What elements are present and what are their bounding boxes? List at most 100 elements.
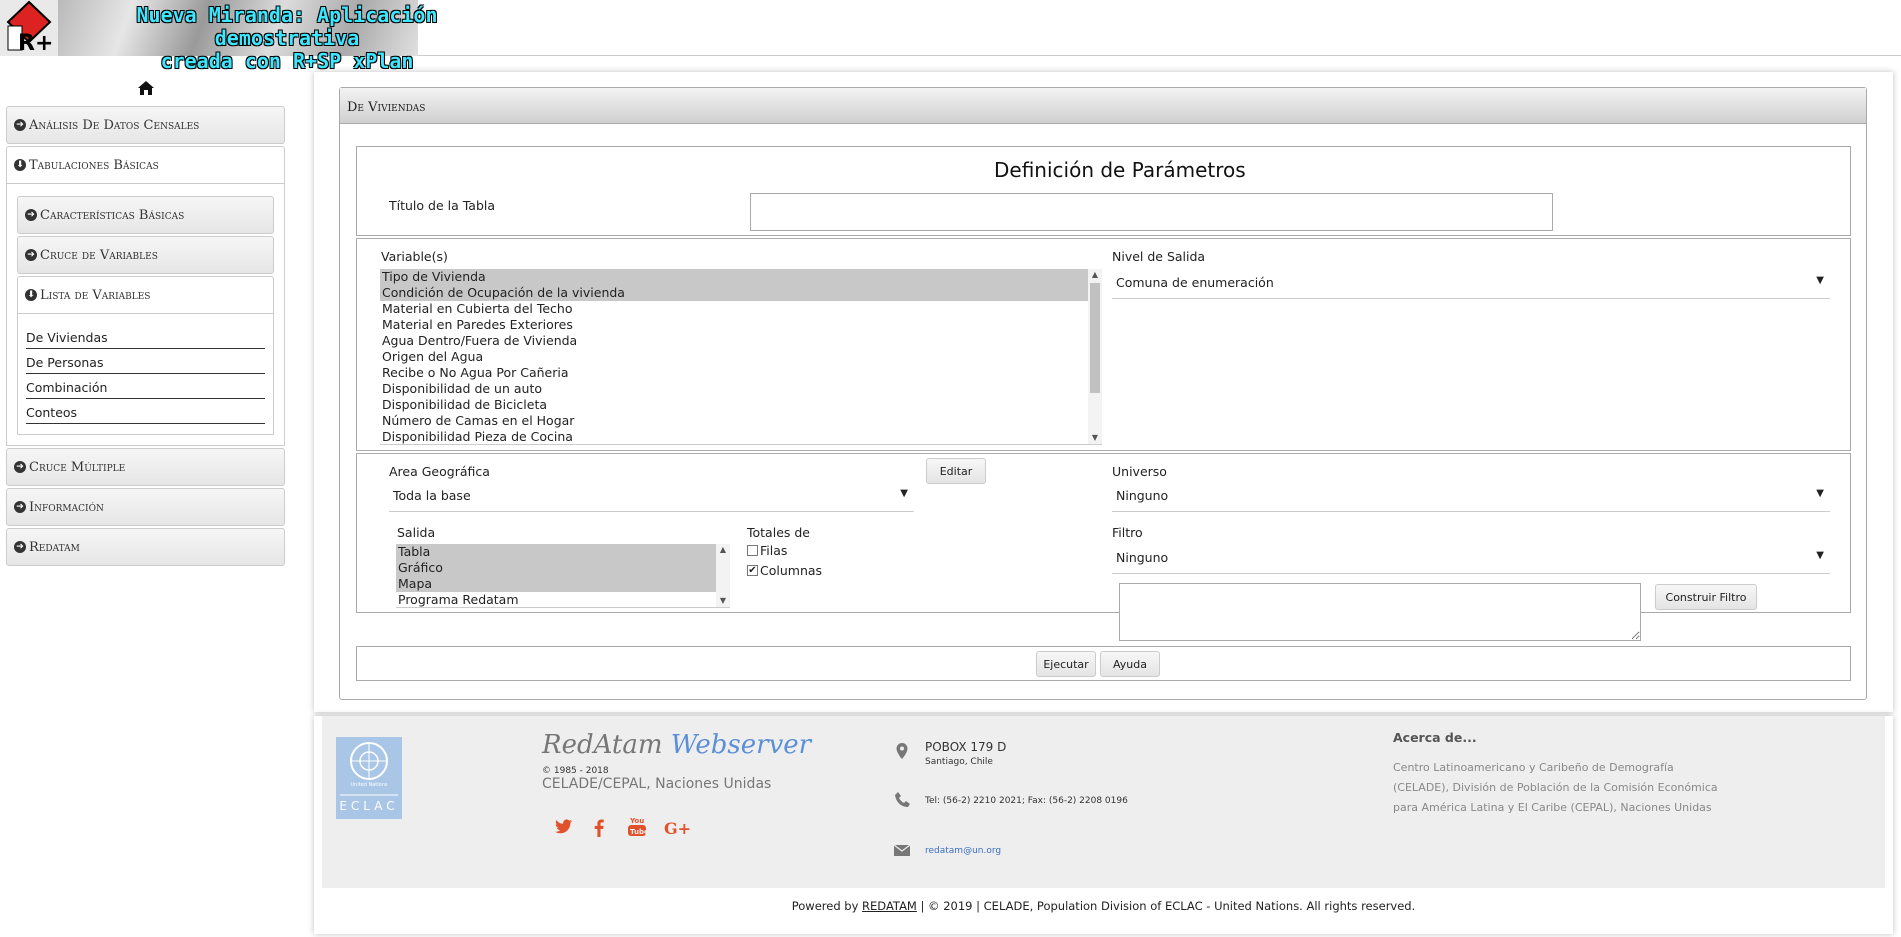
variable-option[interactable]: Material en Paredes Exteriores bbox=[380, 317, 1102, 333]
scroll-thumb[interactable] bbox=[1090, 283, 1100, 393]
phone-text: Tel: (56-2) 2210 2021; Fax: (56-2) 2208 … bbox=[925, 796, 1128, 806]
sidebar-item-tabulaciones[interactable]: ⬇ Tabulaciones Básicas bbox=[6, 146, 285, 184]
scroll-down-icon[interactable]: ▼ bbox=[1088, 432, 1102, 444]
eclac-logo-text: ECLAC bbox=[339, 799, 399, 813]
variable-option[interactable]: Disponibilidad Pieza de Cocina bbox=[380, 429, 1102, 444]
filtro-textarea[interactable] bbox=[1119, 583, 1641, 641]
construir-filtro-button[interactable]: Construir Filtro bbox=[1655, 584, 1757, 610]
sidebar-item-informacion[interactable]: ➔ Información bbox=[6, 488, 285, 526]
variable-option[interactable]: Disponibilidad de un auto bbox=[380, 381, 1102, 397]
table-title-input[interactable] bbox=[750, 193, 1553, 231]
circle-arrow-right-icon: ➔ bbox=[14, 501, 26, 513]
sidebar-item-analisis[interactable]: ➔ Análisis De Datos Censales bbox=[6, 106, 285, 144]
salida-option[interactable]: Gráfico bbox=[396, 560, 730, 576]
salida-option[interactable]: Tabla bbox=[396, 544, 730, 560]
editar-button[interactable]: Editar bbox=[926, 458, 986, 484]
filtro-value: Ninguno bbox=[1116, 550, 1169, 565]
circle-arrow-right-icon: ➔ bbox=[14, 461, 26, 473]
svg-text:You: You bbox=[629, 817, 644, 825]
variable-option[interactable]: Condición de Ocupación de la vivienda bbox=[380, 285, 1102, 301]
nivel-label: Nivel de Salida bbox=[1112, 249, 1206, 264]
link-de-viviendas[interactable]: De Viviendas bbox=[26, 326, 265, 349]
sidebar: ➔ Análisis De Datos Censales ⬇ Tabulacio… bbox=[6, 80, 285, 568]
variable-option[interactable]: Recibe o No Agua Por Cañeria bbox=[380, 365, 1102, 381]
tabulaciones-panel: ➔ Características Básicas ➔ Cruce de Var… bbox=[6, 184, 285, 446]
sidebar-item-redatam[interactable]: ➔ Redatam bbox=[6, 528, 285, 566]
footer-info: United Nations ECLAC RedAtam Webserver ©… bbox=[322, 716, 1885, 888]
caret-down-icon: ▼ bbox=[1816, 275, 1824, 286]
subitem-label: Cruce de Variables bbox=[40, 247, 158, 263]
address-line1: POBOX 179 D bbox=[925, 740, 1007, 754]
area-select[interactable]: Toda la base ▼ bbox=[389, 482, 914, 512]
ayuda-button[interactable]: Ayuda bbox=[1100, 651, 1160, 677]
variable-option[interactable]: Número de Camas en el Hogar bbox=[380, 413, 1102, 429]
app-title: Nueva Miranda: Aplicación demostrativa c… bbox=[62, 4, 512, 73]
redatam-link[interactable]: REDATAM bbox=[862, 899, 917, 913]
home-icon[interactable] bbox=[137, 80, 155, 96]
variables-scrollbar[interactable]: ▲ ▼ bbox=[1088, 269, 1102, 444]
caret-down-icon: ▼ bbox=[1816, 488, 1824, 499]
universo-select[interactable]: Ninguno ▼ bbox=[1112, 482, 1830, 512]
filtro-select[interactable]: Ninguno ▼ bbox=[1112, 544, 1830, 574]
footer-years: © 1985 - 2018 bbox=[542, 766, 609, 776]
variable-option[interactable]: Origen del Agua bbox=[380, 349, 1102, 365]
subitem-lista-variables[interactable]: ⬇ Lista de Variables bbox=[17, 276, 274, 314]
filas-checkbox-box[interactable] bbox=[747, 545, 758, 556]
app-header: R+ Nueva Miranda: Aplicación demostrativ… bbox=[0, 0, 1901, 73]
copyright-prefix: Powered by bbox=[791, 899, 859, 913]
salida-option[interactable]: Programa Redatam bbox=[396, 592, 730, 607]
form-panel: De Viviendas Definición de Parámetros Tí… bbox=[339, 87, 1867, 700]
scroll-up-icon[interactable]: ▲ bbox=[1088, 269, 1102, 281]
youtube-icon[interactable]: You Tube bbox=[628, 815, 649, 841]
salida-scrollbar[interactable]: ▲ ▼ bbox=[716, 544, 730, 607]
app-title-line1: Nueva Miranda: Aplicación demostrativa bbox=[136, 3, 438, 50]
nivel-select[interactable]: Comuna de enumeración ▼ bbox=[1112, 269, 1830, 299]
scroll-down-icon[interactable]: ▼ bbox=[716, 595, 730, 607]
svg-text:R+: R+ bbox=[18, 31, 53, 56]
link-conteos[interactable]: Conteos bbox=[26, 401, 265, 424]
caret-down-icon: ▼ bbox=[900, 488, 908, 499]
google-plus-icon[interactable]: G+ bbox=[664, 819, 691, 838]
salida-label: Salida bbox=[397, 525, 436, 540]
variables-listbox[interactable]: Tipo de Vivienda Condición de Ocupación d… bbox=[380, 269, 1102, 445]
variable-option[interactable]: Material en Cubierta del Techo bbox=[380, 301, 1102, 317]
columnas-checkbox[interactable]: ✔ Columnas bbox=[747, 563, 822, 578]
sidebar-item-cruce-multiple[interactable]: ➔ Cruce Múltiple bbox=[6, 448, 285, 486]
brand-redatam: RedAtam bbox=[542, 730, 663, 760]
filtro-label: Filtro bbox=[1112, 525, 1143, 540]
params-box: Definición de Parámetros Título de la Ta… bbox=[356, 146, 1851, 236]
variable-option[interactable]: Tipo de Vivienda bbox=[380, 269, 1102, 285]
nivel-value: Comuna de enumeración bbox=[1116, 275, 1274, 290]
sidebar-item-label: Información bbox=[29, 499, 104, 515]
facebook-icon[interactable] bbox=[594, 819, 604, 841]
scroll-up-icon[interactable]: ▲ bbox=[716, 544, 730, 556]
area-value: Toda la base bbox=[393, 488, 471, 503]
circle-arrow-down-icon: ⬇ bbox=[14, 159, 26, 171]
filas-checkbox[interactable]: Filas bbox=[747, 543, 787, 558]
lista-variables-panel: De Viviendas De Personas Combinación Con… bbox=[17, 314, 274, 435]
table-title-label: Título de la Tabla bbox=[389, 198, 496, 213]
link-combinacion[interactable]: Combinación bbox=[26, 376, 265, 399]
subitem-label: Características Básicas bbox=[40, 207, 185, 223]
footer-org: CELADE/CEPAL, Naciones Unidas bbox=[542, 776, 772, 792]
phone-icon bbox=[895, 792, 910, 807]
about-title: Acerca de... bbox=[1393, 730, 1477, 745]
variable-option[interactable]: Disponibilidad de Bicicleta bbox=[380, 397, 1102, 413]
sidebar-item-label: Cruce Múltiple bbox=[29, 459, 126, 475]
subitem-caracteristicas[interactable]: ➔ Características Básicas bbox=[17, 196, 274, 234]
envelope-icon bbox=[893, 844, 911, 856]
variable-option[interactable]: Agua Dentro/Fuera de Vivienda bbox=[380, 333, 1102, 349]
app-title-line2: creada con R+SP xPlan bbox=[160, 49, 414, 73]
main-content: De Viviendas Definición de Parámetros Tí… bbox=[314, 72, 1893, 712]
salida-listbox[interactable]: Tabla Gráfico Mapa Programa Redatam ▲ ▼ bbox=[396, 544, 730, 608]
columnas-checkbox-box[interactable]: ✔ bbox=[747, 565, 758, 576]
link-de-personas[interactable]: De Personas bbox=[26, 351, 265, 374]
ejecutar-button[interactable]: Ejecutar bbox=[1036, 651, 1096, 677]
email-link[interactable]: redatam@un.org bbox=[925, 846, 1001, 856]
twitter-icon[interactable] bbox=[555, 819, 573, 839]
subitem-cruce-variables[interactable]: ➔ Cruce de Variables bbox=[17, 236, 274, 274]
redatam-brand: RedAtam Webserver bbox=[542, 730, 811, 760]
salida-option[interactable]: Mapa bbox=[396, 576, 730, 592]
svg-text:Tube: Tube bbox=[630, 828, 646, 836]
actions-box: Ejecutar Ayuda bbox=[356, 646, 1851, 681]
